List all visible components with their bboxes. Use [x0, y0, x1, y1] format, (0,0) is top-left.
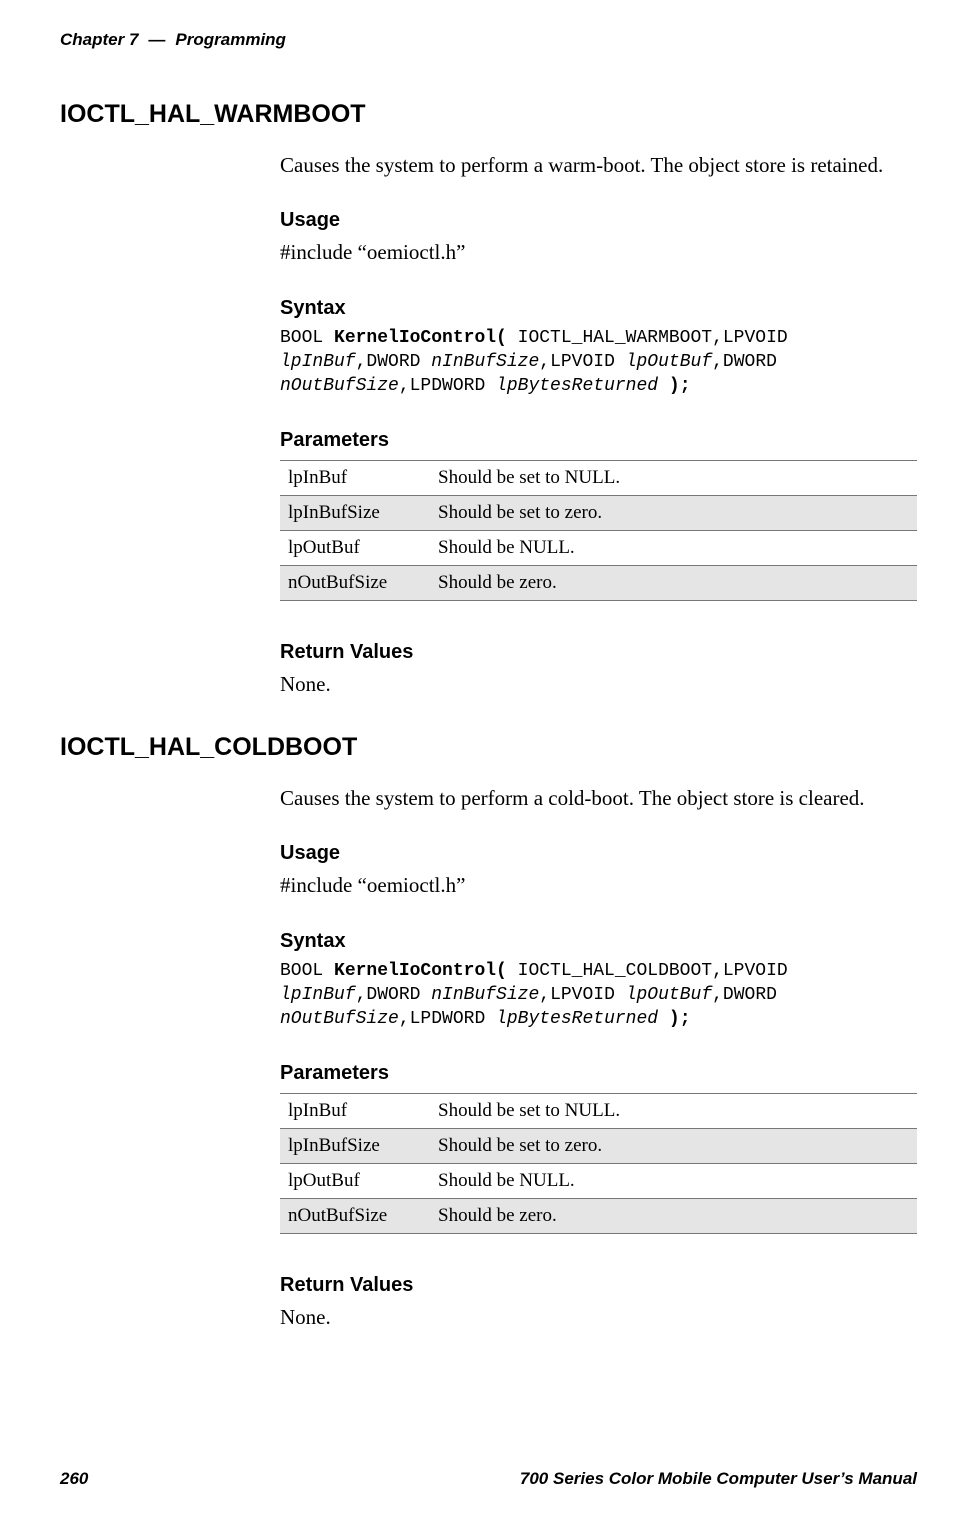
parameters-heading: Parameters	[280, 1062, 917, 1085]
chapter-title: Programming	[175, 30, 286, 50]
page-header: Chapter 7 — Programming	[60, 30, 917, 50]
param-desc: Should be NULL.	[430, 530, 917, 565]
param-name: nOutBufSize	[280, 565, 430, 600]
table-row: lpInBuf Should be set to NULL.	[280, 1093, 917, 1128]
section-heading-warmboot: IOCTL_HAL_WARMBOOT	[60, 100, 917, 129]
return-values-heading: Return Values	[280, 641, 917, 664]
usage-heading: Usage	[280, 842, 917, 865]
param-name: lpOutBuf	[280, 530, 430, 565]
table-row: lpInBufSize Should be set to zero.	[280, 1128, 917, 1163]
parameters-table: lpInBuf Should be set to NULL. lpInBufSi…	[280, 1093, 917, 1234]
header-dash: —	[148, 30, 165, 50]
return-values-heading: Return Values	[280, 1274, 917, 1297]
param-desc: Should be set to NULL.	[430, 1093, 917, 1128]
usage-text: #include “oemioctl.h”	[280, 871, 917, 899]
param-desc: Should be set to NULL.	[430, 460, 917, 495]
page-number: 260	[60, 1469, 88, 1489]
intro-text: Causes the system to perform a warm-boot…	[280, 151, 917, 179]
param-name: lpInBufSize	[280, 495, 430, 530]
return-values-text: None.	[280, 1303, 917, 1331]
table-row: lpInBufSize Should be set to zero.	[280, 495, 917, 530]
table-row: nOutBufSize Should be zero.	[280, 1198, 917, 1233]
usage-heading: Usage	[280, 209, 917, 232]
intro-text: Causes the system to perform a cold-boot…	[280, 784, 917, 812]
section-heading-coldboot: IOCTL_HAL_COLDBOOT	[60, 733, 917, 762]
syntax-heading: Syntax	[280, 930, 917, 953]
param-name: nOutBufSize	[280, 1198, 430, 1233]
parameters-heading: Parameters	[280, 429, 917, 452]
parameters-table: lpInBuf Should be set to NULL. lpInBufSi…	[280, 460, 917, 601]
param-desc: Should be set to zero.	[430, 1128, 917, 1163]
table-row: lpInBuf Should be set to NULL.	[280, 460, 917, 495]
syntax-code: BOOL KernelIoControl( IOCTL_HAL_COLDBOOT…	[280, 959, 917, 1032]
param-desc: Should be zero.	[430, 1198, 917, 1233]
return-values-text: None.	[280, 670, 917, 698]
param-desc: Should be zero.	[430, 565, 917, 600]
manual-title: 700 Series Color Mobile Computer User’s …	[520, 1469, 917, 1489]
param-name: lpInBuf	[280, 460, 430, 495]
param-desc: Should be NULL.	[430, 1163, 917, 1198]
table-row: lpOutBuf Should be NULL.	[280, 530, 917, 565]
param-desc: Should be set to zero.	[430, 495, 917, 530]
param-name: lpOutBuf	[280, 1163, 430, 1198]
syntax-heading: Syntax	[280, 297, 917, 320]
table-row: nOutBufSize Should be zero.	[280, 565, 917, 600]
param-name: lpInBuf	[280, 1093, 430, 1128]
page-footer: 260 700 Series Color Mobile Computer Use…	[60, 1469, 917, 1489]
chapter-label: Chapter 7	[60, 30, 138, 50]
usage-text: #include “oemioctl.h”	[280, 238, 917, 266]
syntax-code: BOOL KernelIoControl( IOCTL_HAL_WARMBOOT…	[280, 326, 917, 399]
table-row: lpOutBuf Should be NULL.	[280, 1163, 917, 1198]
param-name: lpInBufSize	[280, 1128, 430, 1163]
